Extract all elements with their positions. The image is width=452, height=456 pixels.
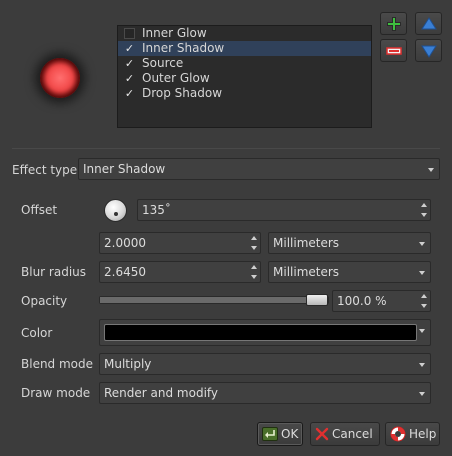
draw-mode-label: Draw mode xyxy=(21,386,91,400)
effect-label: Source xyxy=(142,56,184,70)
blur-radius-value: 2.6450 xyxy=(104,265,146,279)
offset-label: Offset xyxy=(21,203,58,217)
draw-mode-select[interactable]: Render and modify xyxy=(99,382,431,404)
offset-distance-spinbox[interactable]: 2.0000 xyxy=(99,232,261,254)
opacity-slider-fill xyxy=(100,297,328,303)
checkbox[interactable]: ✓ xyxy=(124,73,135,84)
opacity-value: 100.0 % xyxy=(337,294,387,308)
opacity-spinbox[interactable]: 100.0 % xyxy=(332,290,431,312)
arrow-down-icon xyxy=(420,45,437,58)
enter-icon xyxy=(262,426,278,441)
effect-type-select[interactable]: Inner Shadow xyxy=(78,158,440,180)
offset-distance-value: 2.0000 xyxy=(104,236,146,250)
close-icon xyxy=(315,427,329,440)
blur-unit-select[interactable]: Millimeters xyxy=(268,261,431,283)
offset-unit-value: Millimeters xyxy=(273,236,340,250)
checkbox[interactable] xyxy=(124,28,135,39)
cancel-label: Cancel xyxy=(332,427,373,441)
effect-label: Inner Shadow xyxy=(142,41,225,55)
spin-arrows[interactable] xyxy=(251,265,257,279)
effect-label: Inner Glow xyxy=(142,26,207,40)
opacity-slider[interactable] xyxy=(99,296,329,304)
blur-radius-label: Blur radius xyxy=(21,265,87,279)
cancel-button[interactable]: Cancel xyxy=(310,422,380,446)
add-effect-button[interactable] xyxy=(380,12,407,35)
move-down-button[interactable] xyxy=(415,39,442,62)
checkbox[interactable]: ✓ xyxy=(124,88,135,99)
angle-value: 135˚ xyxy=(142,203,171,217)
minus-icon xyxy=(385,47,402,55)
move-up-button[interactable] xyxy=(415,12,442,35)
spin-arrows[interactable] xyxy=(251,236,257,250)
checkbox[interactable]: ✓ xyxy=(124,43,135,54)
ok-button[interactable]: OK xyxy=(257,422,303,446)
effects-list[interactable]: Inner Glow ✓ Inner Shadow ✓ Source ✓ Out… xyxy=(117,25,372,128)
draw-mode-value: Render and modify xyxy=(104,386,219,400)
color-picker-button[interactable] xyxy=(99,319,431,346)
dial-indicator xyxy=(114,212,118,216)
effect-item-outer-glow[interactable]: ✓ Outer Glow xyxy=(118,71,371,86)
ok-label: OK xyxy=(281,427,299,441)
separator xyxy=(12,148,440,149)
blur-unit-value: Millimeters xyxy=(273,265,340,279)
color-swatch xyxy=(104,324,417,341)
blur-radius-spinbox[interactable]: 2.6450 xyxy=(99,261,261,283)
color-label: Color xyxy=(21,326,53,340)
arrow-up-icon xyxy=(420,17,437,30)
blend-mode-select[interactable]: Multiply xyxy=(99,353,431,375)
effect-type-value: Inner Shadow xyxy=(83,162,166,176)
effect-item-drop-shadow[interactable]: ✓ Drop Shadow xyxy=(118,86,371,101)
effect-item-inner-shadow[interactable]: ✓ Inner Shadow xyxy=(118,41,371,56)
help-label: Help xyxy=(409,427,437,441)
effect-label: Outer Glow xyxy=(142,71,210,85)
preview-circle xyxy=(40,58,80,98)
effect-item-source[interactable]: ✓ Source xyxy=(118,56,371,71)
remove-effect-button[interactable] xyxy=(380,39,407,62)
spin-arrows[interactable] xyxy=(421,203,427,217)
checkbox[interactable]: ✓ xyxy=(124,58,135,69)
blend-mode-label: Blend mode xyxy=(21,357,94,371)
plus-icon xyxy=(386,17,401,31)
opacity-label: Opacity xyxy=(21,294,68,308)
effect-item-inner-glow[interactable]: Inner Glow xyxy=(118,26,371,41)
spin-arrows[interactable] xyxy=(421,294,427,308)
angle-spinbox[interactable]: 135˚ xyxy=(137,199,431,221)
effect-preview xyxy=(18,40,102,114)
offset-unit-select[interactable]: Millimeters xyxy=(268,232,431,254)
opacity-slider-handle[interactable] xyxy=(306,294,328,306)
lifebuoy-icon xyxy=(390,426,406,441)
blend-mode-value: Multiply xyxy=(104,357,152,371)
effect-label: Drop Shadow xyxy=(142,86,223,100)
angle-dial[interactable] xyxy=(104,199,127,222)
effect-type-label: Effect type xyxy=(12,163,78,177)
help-button[interactable]: Help xyxy=(385,422,440,446)
